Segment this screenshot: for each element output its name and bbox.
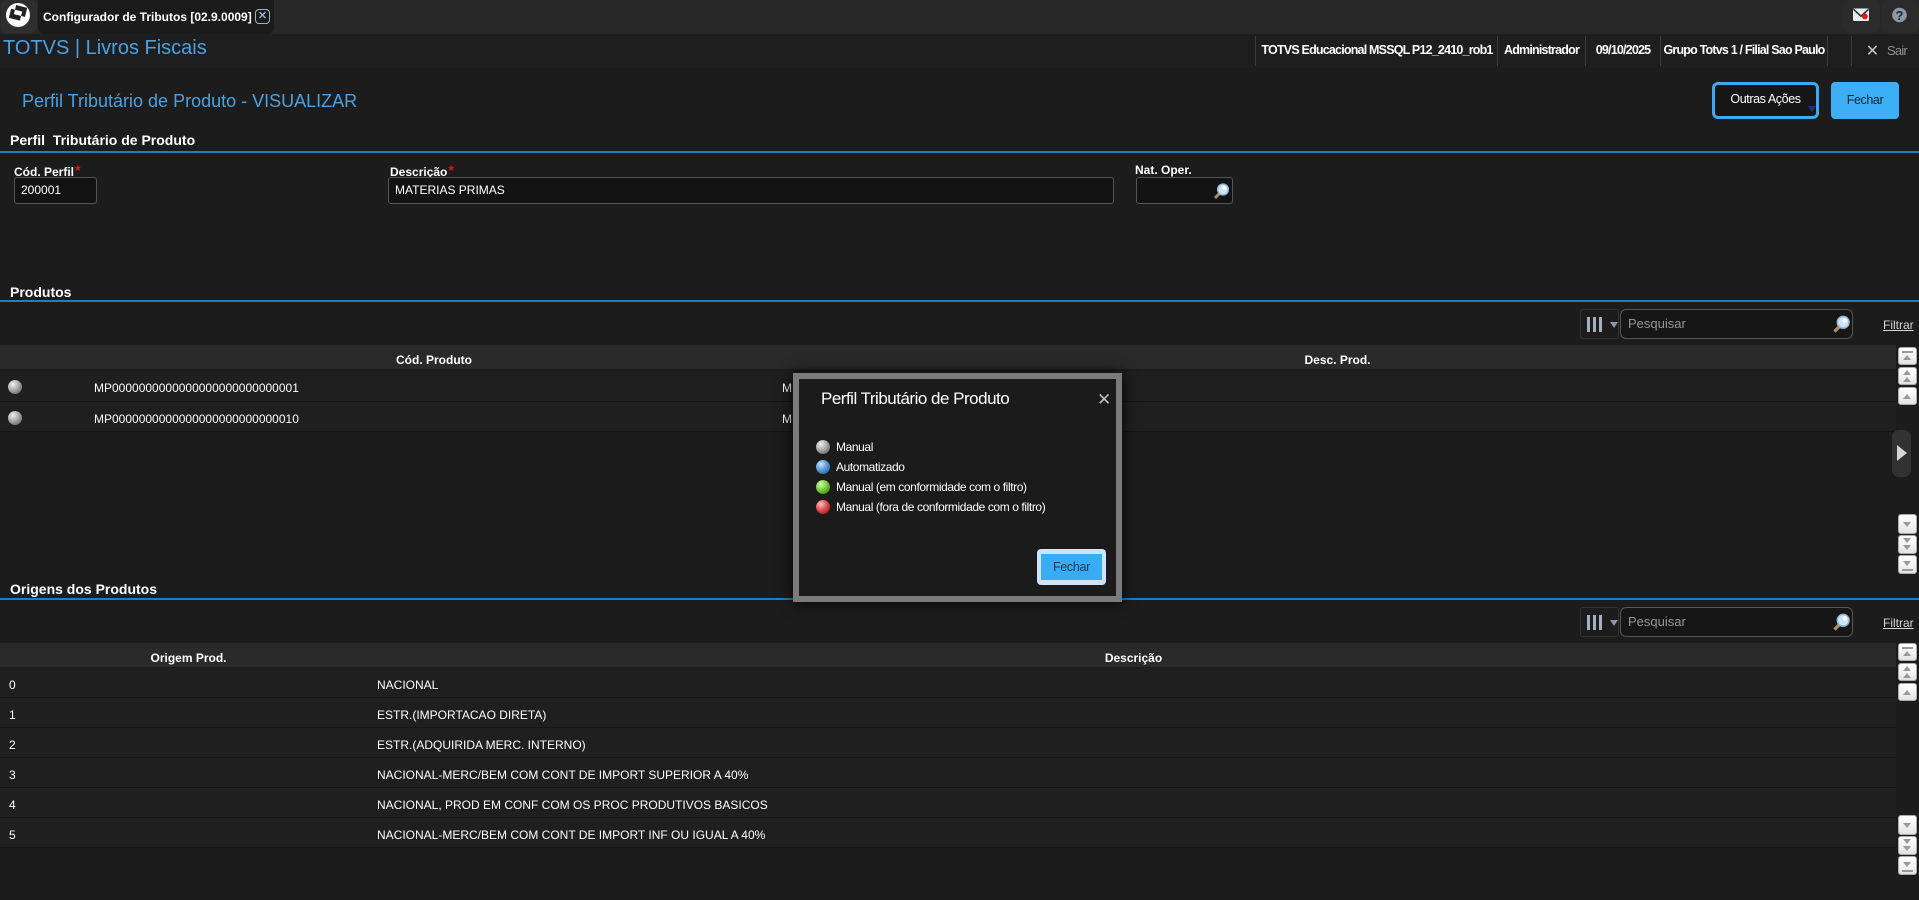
svg-text:?: ? — [1896, 8, 1904, 23]
